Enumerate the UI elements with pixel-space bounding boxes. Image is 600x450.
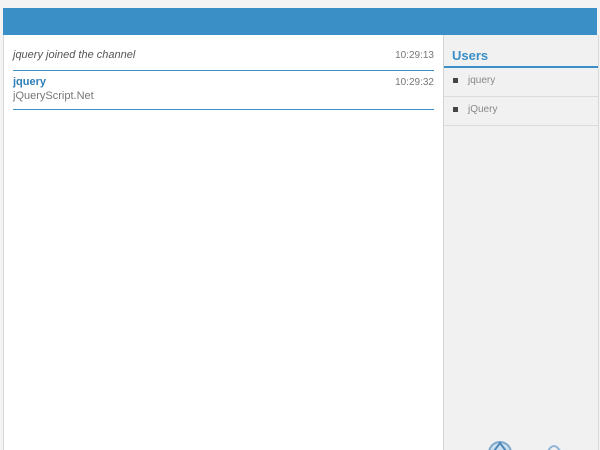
message-timestamp: 10:29:32 (395, 77, 434, 88)
chat-app: jquery joined the channel 10:29:13 jquer… (0, 0, 600, 450)
users-sidebar: Users jquery jQuery (443, 35, 599, 450)
users-heading: Users (452, 48, 489, 63)
header-bar (3, 8, 597, 35)
system-message-text: jquery joined the channel (13, 49, 136, 61)
user-bullet-icon (453, 78, 458, 83)
user-name: jQuery (468, 104, 498, 115)
message-list: jquery joined the channel 10:29:13 jquer… (3, 35, 443, 450)
message-timestamp: 10:29:13 (395, 50, 434, 61)
system-message: jquery joined the channel 10:29:13 (13, 49, 434, 71)
logo-icon (478, 438, 600, 450)
user-name: jquery (468, 75, 496, 86)
message-body: jQueryScript.Net (13, 90, 94, 102)
message-author[interactable]: jquery (13, 76, 46, 88)
user-list-item[interactable]: jQuery (444, 97, 598, 126)
user-list-item[interactable]: jquery (444, 68, 598, 97)
chat-message: jquery jQueryScript.Net 10:29:32 (13, 76, 434, 110)
user-bullet-icon (453, 107, 458, 112)
